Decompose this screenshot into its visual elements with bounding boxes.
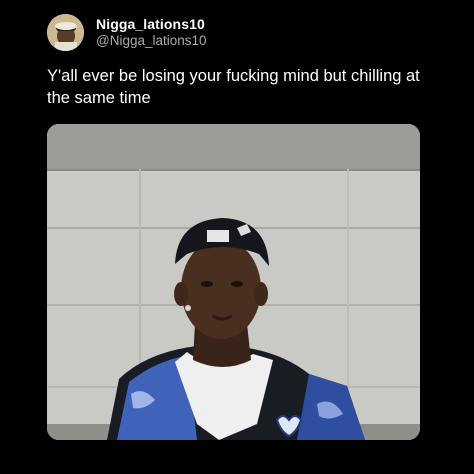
tweet-card: Nigga_lations10 @Nigga_lations10 Y'all e… (0, 0, 474, 474)
profile-avatar[interactable] (47, 14, 84, 51)
photo-image (47, 124, 420, 440)
avatar-image (47, 14, 84, 51)
tweet-media-photo[interactable] (47, 124, 420, 440)
tweet-text: Y'all ever be losing your fucking mind b… (47, 67, 420, 107)
display-name[interactable]: Nigga_lations10 (96, 16, 205, 32)
user-handle[interactable]: @Nigga_lations10 (96, 33, 207, 48)
